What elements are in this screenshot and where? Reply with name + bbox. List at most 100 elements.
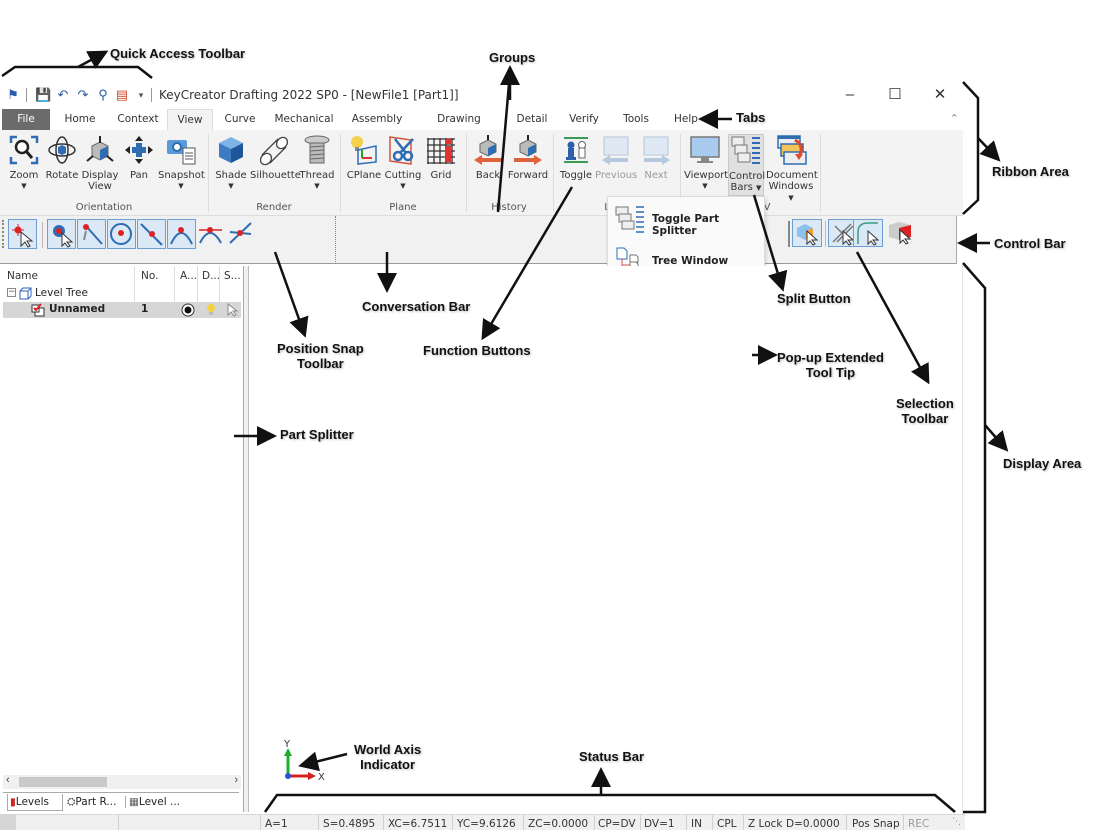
thread-button[interactable]: Thread ▼ xyxy=(298,134,336,192)
column-number[interactable]: No. xyxy=(141,270,158,282)
tree-root[interactable]: − Level Tree xyxy=(3,286,241,302)
undo-icon[interactable]: ↶ xyxy=(55,87,71,103)
scroll-left-icon[interactable]: ‹ xyxy=(6,774,10,786)
tab-detail[interactable]: Detail xyxy=(512,109,552,130)
viewport-label: Viewport xyxy=(684,170,729,181)
tab-home[interactable]: Home xyxy=(56,109,104,130)
annotation-part-splitter: Part Splitter xyxy=(280,427,354,442)
horizontal-scrollbar[interactable]: ‹ › xyxy=(3,774,241,789)
status-dv[interactable]: DV=1 xyxy=(644,818,675,830)
level-name: Unnamed xyxy=(49,303,106,315)
status-pos-snap[interactable]: Pos Snap xyxy=(852,818,900,830)
select-reset-button[interactable] xyxy=(886,219,916,247)
status-rec[interactable]: REC xyxy=(908,818,929,830)
snapshot-icon xyxy=(167,140,196,165)
rotate-button[interactable]: Rotate xyxy=(44,134,80,181)
menu-item-toggle-part-splitter[interactable]: Toggle Part Splitter xyxy=(610,199,764,239)
status-z-lock[interactable]: Z Lock xyxy=(748,818,782,830)
column-select[interactable]: S... xyxy=(224,270,241,282)
snap-intersection-button[interactable] xyxy=(227,219,256,249)
collapse-icon[interactable]: − xyxy=(7,288,16,297)
resize-grip-icon[interactable]: ⋱ xyxy=(952,817,961,827)
toggle-button[interactable]: Toggle xyxy=(557,134,595,181)
snap-arc-point-button[interactable] xyxy=(167,219,196,249)
print-icon[interactable]: ▤ xyxy=(114,87,130,103)
select-entity-button[interactable] xyxy=(792,219,822,247)
pan-button[interactable]: Pan xyxy=(122,134,156,181)
tree-row-level[interactable]: Unnamed 1 xyxy=(3,302,241,318)
panel-tab-label: Level ... xyxy=(138,796,180,808)
app-logo-icon[interactable]: ⚑ xyxy=(5,87,21,103)
zoom-button[interactable]: Zoom ▼ xyxy=(4,134,44,192)
part-splitter[interactable] xyxy=(244,266,249,812)
silhouette-button[interactable]: Silhouette xyxy=(250,134,301,181)
minimize-button[interactable]: – xyxy=(830,84,870,106)
tab-help[interactable]: Help xyxy=(668,109,704,130)
cutting-icon xyxy=(389,136,414,165)
status-attribute[interactable]: A=1 xyxy=(265,818,288,830)
viewport-button[interactable]: Viewport ▼ xyxy=(684,134,729,192)
annotation-split-button: Split Button xyxy=(777,291,851,306)
column-active[interactable]: A... xyxy=(180,270,197,282)
snap-select-button[interactable] xyxy=(8,219,37,249)
back-button[interactable]: Back xyxy=(470,134,506,181)
snap-intelligent-button[interactable] xyxy=(47,219,76,249)
next-button[interactable]: Next xyxy=(638,134,674,181)
snap-arc-point-icon xyxy=(170,227,193,245)
tab-mechanical[interactable]: Mechanical xyxy=(270,109,338,130)
zoom-fit-icon[interactable]: ⚲ xyxy=(95,87,111,103)
shade-label: Shade xyxy=(215,170,247,181)
tab-view[interactable]: View xyxy=(167,109,213,130)
tab-curve[interactable]: Curve xyxy=(218,109,262,130)
close-button[interactable]: ✕ xyxy=(920,84,960,106)
column-name[interactable]: Name xyxy=(7,270,38,282)
active-level-radio-icon[interactable] xyxy=(181,303,195,317)
shade-button[interactable]: Shade ▼ xyxy=(212,134,250,192)
scroll-right-icon[interactable]: › xyxy=(234,774,238,786)
control-bars-split-button[interactable]: Control Bars ▼ xyxy=(728,134,765,196)
tab-drawing-layout[interactable]: Drawing Layout xyxy=(418,109,500,146)
display-view-button[interactable]: Display View xyxy=(80,134,120,192)
panel-tab-levels[interactable]: ▮Levels xyxy=(7,794,63,811)
conversation-bar[interactable] xyxy=(335,216,337,264)
status-depth[interactable]: D=0.0000 xyxy=(786,818,840,830)
group-separator xyxy=(820,134,821,212)
cutting-button[interactable]: Cutting ▼ xyxy=(384,134,422,192)
document-windows-button[interactable]: Document Windows ▼ xyxy=(766,134,818,204)
save-icon[interactable]: 💾 xyxy=(35,87,51,103)
display-bulb-icon[interactable] xyxy=(206,303,216,317)
maximize-button[interactable]: ☐ xyxy=(875,84,915,106)
back-icon xyxy=(474,135,502,165)
tab-file[interactable]: File xyxy=(2,109,50,130)
selectable-arrow-icon[interactable] xyxy=(226,303,239,317)
panel-tab-level-other[interactable]: ▦Level ... xyxy=(127,794,185,811)
snapshot-button[interactable]: Snapshot ▼ xyxy=(158,134,205,192)
snap-endpoint-button[interactable] xyxy=(77,219,106,249)
toolbar-grip[interactable] xyxy=(788,221,790,247)
column-display[interactable]: D... xyxy=(202,270,220,282)
status-cp[interactable]: CP=DV xyxy=(598,818,636,830)
forward-button[interactable]: Forward xyxy=(506,134,550,181)
previous-button[interactable]: Previous xyxy=(595,134,637,181)
tab-context[interactable]: Context xyxy=(112,109,164,130)
toolbar-grip[interactable] xyxy=(2,220,5,248)
collapse-ribbon-icon[interactable]: ⌃ xyxy=(950,112,959,125)
snap-tangent-button[interactable] xyxy=(197,219,226,249)
snap-midpoint-button[interactable] xyxy=(137,219,166,249)
cplane-button[interactable]: CPlane xyxy=(344,134,384,181)
snap-center-button[interactable] xyxy=(107,219,136,249)
status-cpl[interactable]: CPL xyxy=(717,818,737,830)
tab-assembly[interactable]: Assembly xyxy=(346,109,408,130)
tab-tools[interactable]: Tools xyxy=(616,109,656,130)
grid-icon xyxy=(427,138,455,164)
customize-dropdown-icon[interactable]: ▾ xyxy=(133,87,149,103)
redo-icon[interactable]: ↷ xyxy=(75,87,91,103)
select-chain-button[interactable] xyxy=(853,219,883,247)
tab-verify[interactable]: Verify xyxy=(564,109,604,130)
status-units[interactable]: IN xyxy=(691,818,702,830)
grid-button[interactable]: Grid xyxy=(422,134,460,181)
panel-tab-part-r[interactable]: ⛭Part R... xyxy=(65,794,123,811)
status-scale[interactable]: S=0.4895 xyxy=(323,818,375,830)
annotation-line: Tool Tip xyxy=(805,365,856,380)
scrollbar-thumb[interactable] xyxy=(19,777,107,787)
